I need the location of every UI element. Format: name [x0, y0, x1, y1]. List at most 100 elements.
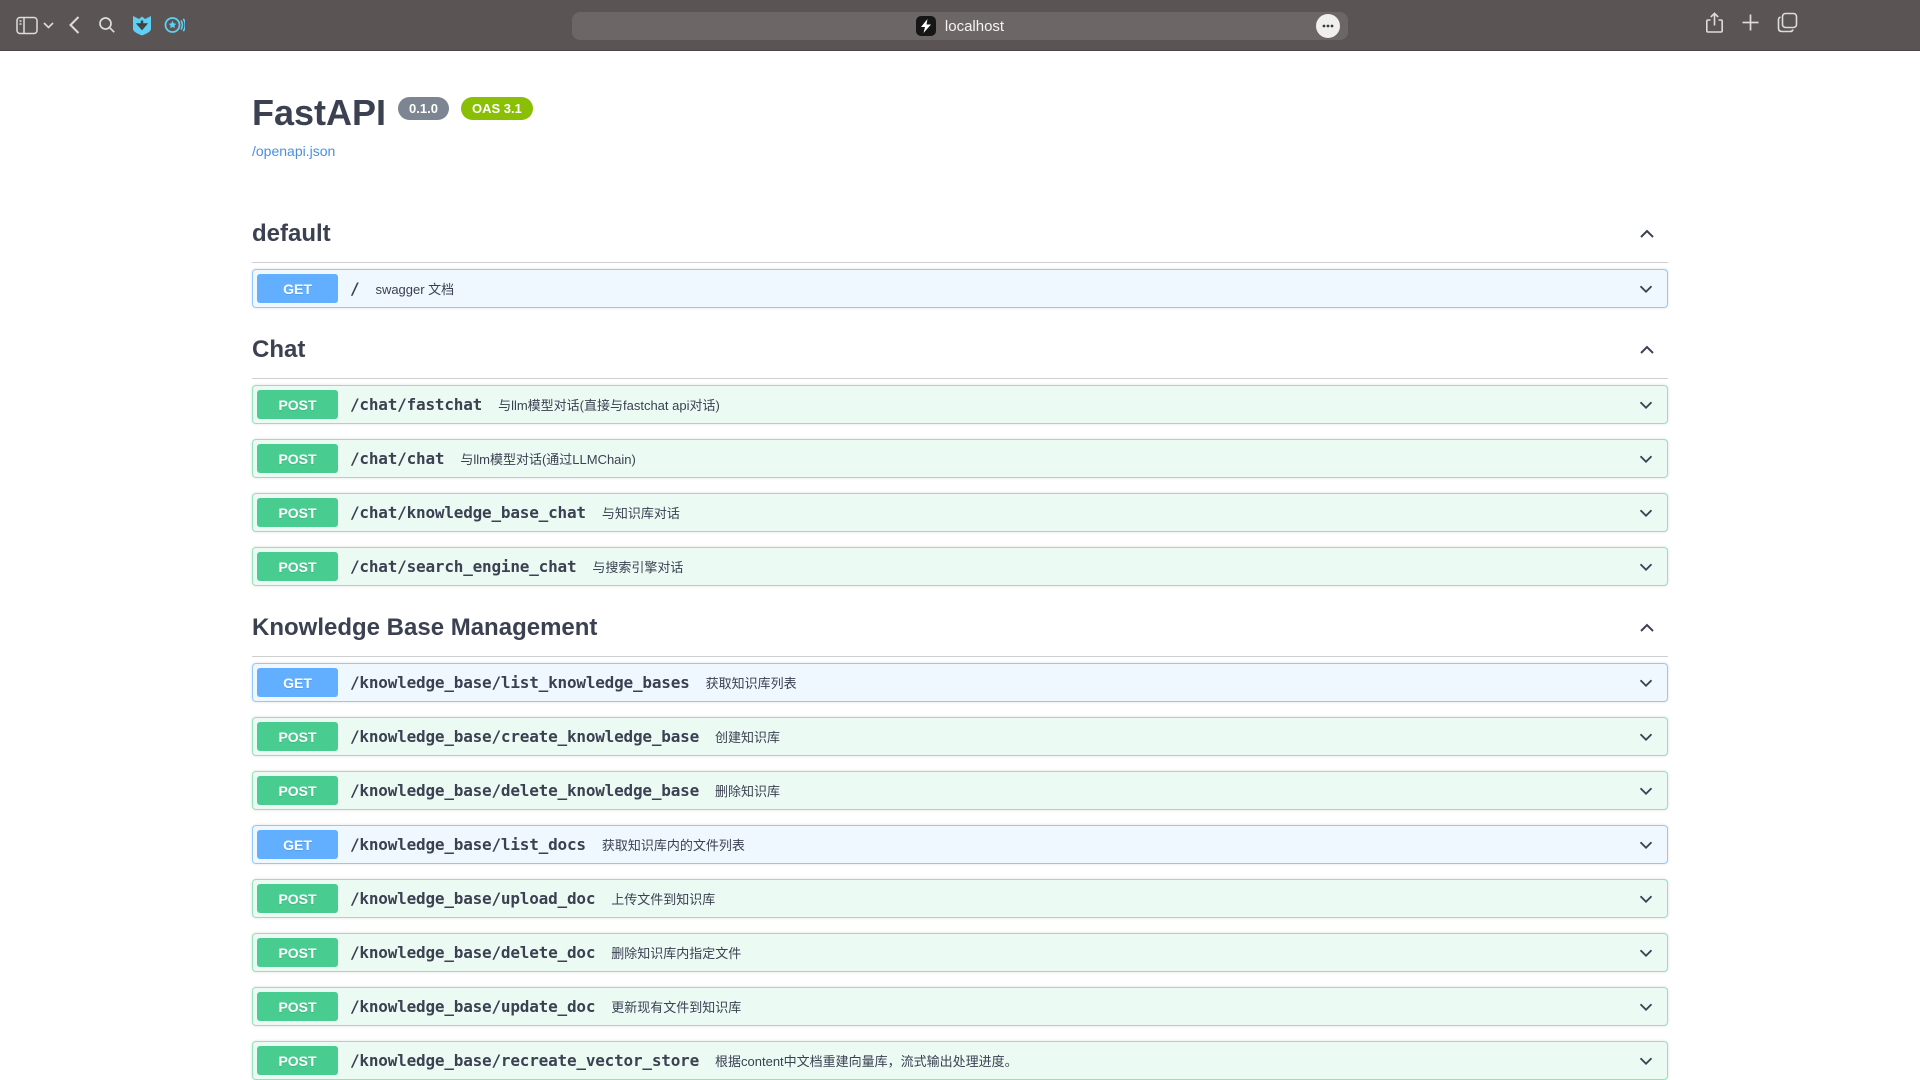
method-badge: GET — [257, 830, 338, 859]
oas-badge: OAS 3.1 — [461, 97, 533, 120]
endpoint-description: 与搜索引擎对话 — [592, 557, 683, 576]
method-badge: POST — [257, 552, 338, 581]
endpoint-row[interactable]: POST /chat/fastchat 与llm模型对话(直接与fastchat… — [252, 385, 1668, 424]
tab-overview-icon[interactable] — [1777, 12, 1798, 38]
expand-chevron-down-icon[interactable] — [1635, 888, 1657, 910]
endpoint-path: /knowledge_base/delete_doc — [350, 943, 595, 962]
expand-chevron-down-icon[interactable] — [1635, 834, 1657, 856]
tag-section: Chat POST /chat/fastchat 与llm模型对话(直接与fas… — [252, 323, 1668, 586]
endpoint-description: 删除知识库 — [715, 781, 780, 800]
endpoint-description: 更新现有文件到知识库 — [611, 997, 741, 1016]
openapi-spec-link[interactable]: /openapi.json — [252, 143, 335, 160]
expand-chevron-down-icon[interactable] — [1635, 672, 1657, 694]
endpoint-description: 与llm模型对话(直接与fastchat api对话) — [498, 395, 720, 414]
endpoint-path: /knowledge_base/upload_doc — [350, 889, 595, 908]
expand-chevron-down-icon[interactable] — [1635, 1050, 1657, 1072]
section-title: default — [252, 219, 331, 249]
toolbar-right-group — [1705, 0, 1798, 50]
version-badge: 0.1.0 — [398, 97, 449, 120]
method-badge: POST — [257, 884, 338, 913]
expand-chevron-down-icon[interactable] — [1635, 556, 1657, 578]
search-icon[interactable] — [98, 16, 116, 34]
method-badge: POST — [257, 776, 338, 805]
endpoint-path: /chat/knowledge_base_chat — [350, 503, 586, 522]
endpoint-path: /chat/fastchat — [350, 395, 482, 414]
address-bar[interactable]: localhost — [572, 12, 1348, 40]
endpoint-path: / — [350, 279, 359, 298]
endpoint-description: 获取知识库内的文件列表 — [602, 835, 745, 854]
share-icon[interactable] — [1705, 12, 1724, 39]
tag-header[interactable]: Knowledge Base Management — [252, 601, 1668, 657]
toolbar-left-group — [16, 0, 185, 50]
page-title: FastAPI 0.1.0 OAS 3.1 — [252, 91, 1668, 135]
endpoint-path: /knowledge_base/recreate_vector_store — [350, 1051, 699, 1070]
endpoint-path: /chat/chat — [350, 449, 444, 468]
section-title: Chat — [252, 335, 305, 365]
endpoint-row[interactable]: POST /knowledge_base/create_knowledge_ba… — [252, 717, 1668, 756]
expand-chevron-down-icon[interactable] — [1635, 726, 1657, 748]
method-badge: POST — [257, 444, 338, 473]
collapse-chevron-up-icon[interactable] — [1635, 222, 1659, 246]
api-info: FastAPI 0.1.0 OAS 3.1 /openapi.json — [252, 91, 1668, 161]
endpoint-row[interactable]: POST /chat/chat 与llm模型对话(通过LLMChain) — [252, 439, 1668, 478]
api-title: FastAPI — [252, 92, 386, 133]
collapse-chevron-up-icon[interactable] — [1635, 616, 1659, 640]
endpoint-path: /knowledge_base/create_knowledge_base — [350, 727, 699, 746]
endpoint-description: 上传文件到知识库 — [611, 889, 715, 908]
swagger-page: FastAPI 0.1.0 OAS 3.1 /openapi.json defaul… — [230, 91, 1690, 1080]
expand-chevron-down-icon[interactable] — [1635, 942, 1657, 964]
expand-chevron-down-icon[interactable] — [1635, 502, 1657, 524]
address-url: localhost — [945, 18, 1004, 35]
api-sections: default GET / swagger 文档 Chat POST /chat… — [252, 207, 1668, 1080]
endpoint-description: swagger 文档 — [375, 279, 454, 298]
page-more-button[interactable] — [1316, 14, 1340, 38]
tag-section: default GET / swagger 文档 — [252, 207, 1668, 308]
endpoint-list: POST /chat/fastchat 与llm模型对话(直接与fastchat… — [252, 379, 1668, 586]
endpoint-row[interactable]: GET / swagger 文档 — [252, 269, 1668, 308]
method-badge: POST — [257, 498, 338, 527]
endpoint-path: /chat/search_engine_chat — [350, 557, 576, 576]
expand-chevron-down-icon[interactable] — [1635, 394, 1657, 416]
endpoint-row[interactable]: GET /knowledge_base/list_docs 获取知识库内的文件列… — [252, 825, 1668, 864]
method-badge: GET — [257, 274, 338, 303]
method-badge: GET — [257, 668, 338, 697]
endpoint-list: GET / swagger 文档 — [252, 263, 1668, 308]
new-tab-icon[interactable] — [1741, 13, 1760, 37]
endpoint-path: /knowledge_base/delete_knowledge_base — [350, 781, 699, 800]
endpoint-path: /knowledge_base/list_knowledge_bases — [350, 673, 690, 692]
endpoint-row[interactable]: POST /knowledge_base/update_doc 更新现有文件到知… — [252, 987, 1668, 1026]
endpoint-description: 删除知识库内指定文件 — [611, 943, 741, 962]
collapse-chevron-up-icon[interactable] — [1635, 338, 1659, 362]
method-badge: POST — [257, 992, 338, 1021]
endpoint-row[interactable]: GET /knowledge_base/list_knowledge_bases… — [252, 663, 1668, 702]
focus-extension-icon[interactable] — [164, 15, 185, 35]
expand-chevron-down-icon[interactable] — [1635, 278, 1657, 300]
sidebar-toggle-icon[interactable] — [16, 16, 38, 35]
endpoint-description: 创建知识库 — [715, 727, 780, 746]
site-favicon-lightning-icon — [916, 16, 936, 36]
back-icon[interactable] — [69, 16, 80, 34]
method-badge: POST — [257, 722, 338, 751]
endpoint-row[interactable]: POST /knowledge_base/recreate_vector_sto… — [252, 1041, 1668, 1080]
endpoint-row[interactable]: POST /chat/knowledge_base_chat 与知识库对话 — [252, 493, 1668, 532]
tag-section: Knowledge Base Management GET /knowledge… — [252, 601, 1668, 1080]
tag-header[interactable]: default — [252, 207, 1668, 263]
endpoint-row[interactable]: POST /chat/search_engine_chat 与搜索引擎对话 — [252, 547, 1668, 586]
expand-chevron-down-icon[interactable] — [1635, 780, 1657, 802]
section-title: Knowledge Base Management — [252, 613, 597, 643]
expand-chevron-down-icon[interactable] — [1635, 448, 1657, 470]
endpoint-description: 与llm模型对话(通过LLMChain) — [460, 449, 636, 468]
method-badge: POST — [257, 1046, 338, 1075]
endpoint-list: GET /knowledge_base/list_knowledge_bases… — [252, 657, 1668, 1080]
endpoint-row[interactable]: POST /knowledge_base/delete_knowledge_ba… — [252, 771, 1668, 810]
endpoint-row[interactable]: POST /knowledge_base/delete_doc 删除知识库内指定… — [252, 933, 1668, 972]
endpoint-description: 获取知识库列表 — [706, 673, 797, 692]
shield-extension-icon[interactable] — [132, 15, 152, 36]
tag-header[interactable]: Chat — [252, 323, 1668, 379]
expand-chevron-down-icon[interactable] — [1635, 996, 1657, 1018]
endpoint-row[interactable]: POST /knowledge_base/upload_doc 上传文件到知识库 — [252, 879, 1668, 918]
endpoint-description: 与知识库对话 — [602, 503, 680, 522]
endpoint-path: /knowledge_base/update_doc — [350, 997, 595, 1016]
method-badge: POST — [257, 390, 338, 419]
sidebar-chevron-down-icon[interactable] — [43, 22, 54, 29]
